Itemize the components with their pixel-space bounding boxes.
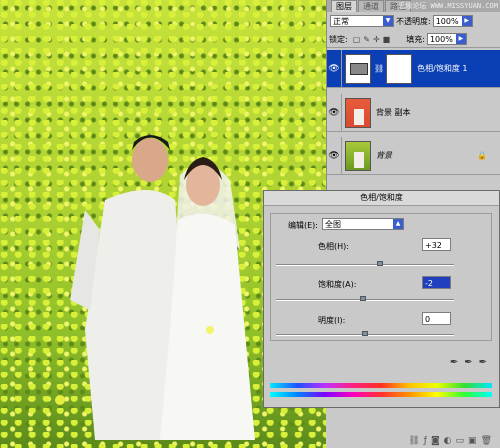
tab-channels[interactable]: 通道 [358,0,384,12]
fill-value: 100% [429,35,453,44]
eyedropper-tools: ✒✒✒ [450,357,493,368]
layer-row-background-copy[interactable]: 👁 背景 副本 [327,93,500,132]
layer-thumbnail [345,140,371,171]
trash-icon[interactable]: 🗑 [481,436,496,446]
hue-field[interactable]: +32 [422,238,451,251]
layer-thumbnail [345,97,371,128]
hue-slider[interactable] [276,261,454,266]
saturation-label: 饱和度(A): [318,280,357,289]
opacity-label: 不透明度: [396,16,431,26]
lock-label: 锁定: [329,34,348,44]
input-color-bar [270,383,492,388]
lightness-slider-knob[interactable] [362,331,368,336]
hue-slider-knob[interactable] [377,261,384,266]
lock-icon: 🔒 [477,151,487,160]
panel-footer-icons: ⛓ƒ◙◐▭▣🗑 [408,436,496,446]
eye-icon[interactable]: 👁 [327,49,342,88]
eyedropper-plus-icon[interactable]: ✒ [464,357,478,368]
watermark-text: 思缘论坛 WWW.MISSYUAN.COM [398,2,498,10]
fill-label: 填充: [406,34,425,44]
chevron-right-icon: ▶ [455,34,466,44]
hue-saturation-dialog: 色相/饱和度 编辑(E): 全图 ▲ 色相(H): +32 饱和度(A): -2… [263,190,500,408]
chevron-down-icon: ▼ [383,16,393,26]
chevron-right-icon: ▶ [461,16,472,26]
panel-tabs: 图层 通道 路径 思缘论坛 WWW.MISSYUAN.COM [327,0,500,12]
lock-row: 锁定: ▢ ✎ ✛ ■ 填充: 100% ▶ [327,31,500,48]
saturation-slider[interactable] [276,296,454,301]
dialog-title: 色相/饱和度 [264,191,499,206]
adjustment-icon[interactable]: ◐ [444,436,456,446]
eye-icon[interactable]: 👁 [327,93,342,132]
link-icon[interactable]: ⛓ [408,436,423,446]
lock-transparency-icon[interactable]: ▢ [353,35,361,44]
layer-name: 背景 副本 [376,108,411,117]
layer-name: 色相/饱和度 1 [417,64,468,73]
chain-icon: ⛓ [374,64,385,73]
fx-icon[interactable]: ƒ [424,436,431,446]
saturation-field[interactable]: -2 [422,276,451,289]
opacity-input[interactable]: 100% ▶ [432,15,473,27]
blend-mode-value: 正常 [333,17,349,26]
adjustment-thumbnail [345,53,371,84]
eyedropper-minus-icon[interactable]: ✒ [479,357,493,368]
adjustment-group [270,213,492,341]
layer-name: 背景 [376,151,392,160]
eyedropper-icon[interactable]: ✒ [450,357,464,368]
lock-paint-icon[interactable]: ✎ [363,35,370,44]
new-layer-icon[interactable]: ▣ [468,436,481,446]
lightness-label: 明度(I): [318,316,346,325]
mask-thumbnail [386,53,413,84]
lightness-slider[interactable] [276,331,454,336]
saturation-slider-knob[interactable] [360,296,367,301]
eye-icon[interactable]: 👁 [327,136,342,175]
opacity-value: 100% [435,17,459,26]
folder-icon[interactable]: ▭ [456,436,469,446]
layer-row-background[interactable]: 👁 背景 🔒 [327,136,500,175]
blend-row: 正常 ▼ 不透明度: 100% ▶ [327,13,500,29]
tab-layers[interactable]: 图层 [331,0,357,12]
output-color-bar [270,392,492,397]
lock-all-icon[interactable]: ■ [383,35,391,44]
hue-label: 色相(H): [318,242,349,251]
layers-panel-footer: ⛓ƒ◙◐▭▣🗑 [326,407,500,448]
fill-input[interactable]: 100% ▶ [426,33,467,45]
blend-mode-select[interactable]: 正常 ▼ [330,15,394,27]
layer-row-hue-saturation[interactable]: 👁 ⛓ 色相/饱和度 1 [327,49,500,88]
lock-move-icon[interactable]: ✛ [373,35,380,44]
lightness-field[interactable]: 0 [422,312,451,325]
mask-icon[interactable]: ◙ [431,436,444,446]
